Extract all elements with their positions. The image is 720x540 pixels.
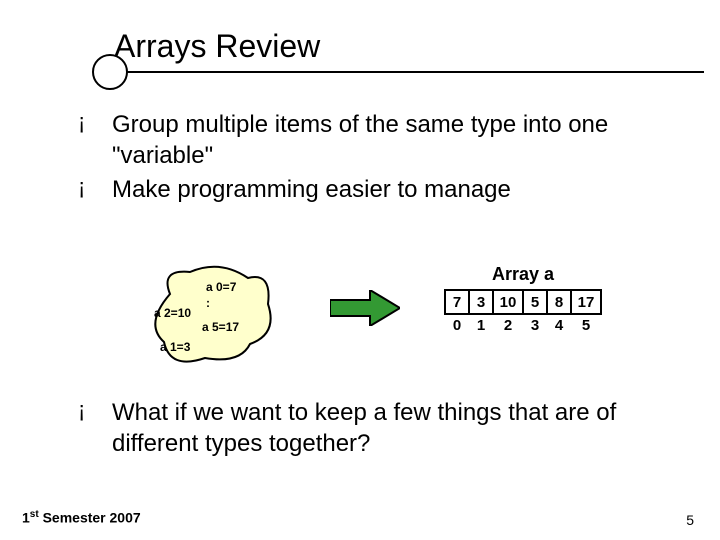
blob-var: a 2=10 — [154, 306, 191, 320]
title-bullet-circle — [92, 54, 128, 90]
array-index-row: 0 1 2 3 4 5 — [444, 317, 602, 334]
array-cells-row: 7 3 10 5 8 17 — [444, 289, 602, 315]
bullet-text: Make programming easier to manage — [112, 176, 511, 203]
blob-var: : — [206, 296, 210, 310]
title-rule — [114, 71, 704, 73]
page-number: 5 — [686, 512, 694, 528]
slide-title: Arrays Review — [114, 28, 660, 65]
array-cell: 10 — [492, 289, 524, 315]
footer-semester: 1st Semester 2007 — [22, 509, 141, 526]
array-index: 1 — [468, 317, 494, 334]
array-index: 5 — [570, 317, 602, 334]
array-diagram: Array a 7 3 10 5 8 17 0 1 2 3 4 5 — [444, 264, 602, 334]
array-index: 0 — [444, 317, 470, 334]
bullet-text: Group multiple items of the same type in… — [112, 111, 608, 169]
slide-title-block: Arrays Review — [114, 28, 660, 73]
footer-rest: Semester 2007 — [39, 510, 141, 526]
blob-var: a 5=17 — [202, 320, 239, 334]
footer-ordinal: st — [30, 509, 39, 520]
array-cell: 7 — [444, 289, 470, 315]
bullet-list: What if we want to keep a few things tha… — [72, 398, 680, 463]
bullet-text: What if we want to keep a few things tha… — [112, 399, 616, 457]
bullet-item: Make programming easier to manage — [72, 175, 680, 206]
array-index: 3 — [522, 317, 548, 334]
blob-var: a 0=7 — [206, 280, 236, 294]
bullet-item: What if we want to keep a few things tha… — [72, 398, 680, 459]
bullet-list: Group multiple items of the same type in… — [72, 110, 680, 210]
array-index: 4 — [546, 317, 572, 334]
bullet-item: Group multiple items of the same type in… — [72, 110, 680, 171]
blob-var: a 1=3 — [160, 340, 190, 354]
array-cell: 8 — [546, 289, 572, 315]
variable-blob: a 0=7 : a 2=10 a 5=17 a 1=3 — [150, 264, 280, 368]
array-index: 2 — [492, 317, 524, 334]
array-cell: 3 — [468, 289, 494, 315]
arrow-icon — [330, 290, 400, 331]
array-title: Array a — [444, 264, 602, 285]
array-cell: 5 — [522, 289, 548, 315]
array-cell: 17 — [570, 289, 602, 315]
footer-num: 1 — [22, 510, 30, 526]
